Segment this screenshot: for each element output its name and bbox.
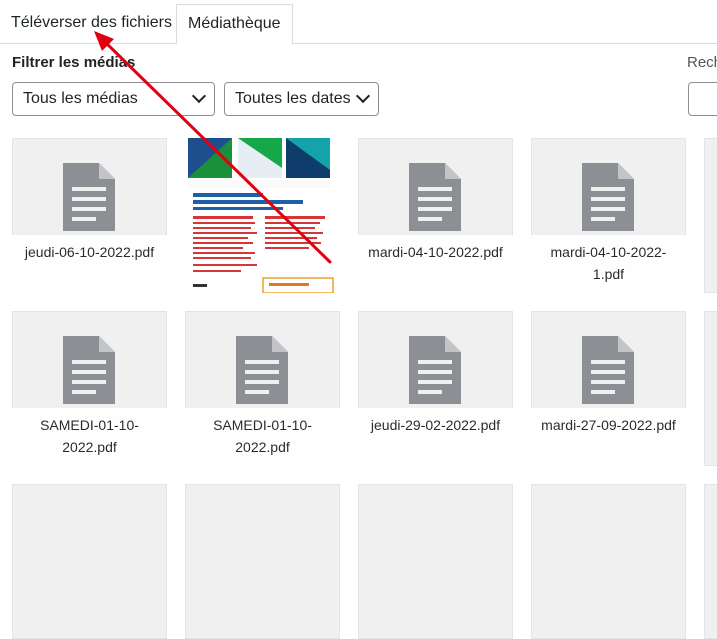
attachment-tile[interactable] — [185, 138, 340, 293]
attachment-tile[interactable] — [12, 484, 167, 639]
attachment-filename: SAMEDI-01-10-2022.pdf — [185, 408, 340, 466]
date-value: Toutes les dates — [235, 90, 351, 107]
attachment-tile[interactable] — [704, 138, 717, 293]
attachment-filename: mardi-27-09-2022.pdf — [531, 408, 686, 466]
attachment-tile[interactable]: jeudi-06-10-2022.pdf — [12, 138, 167, 293]
search-label: Rech — [687, 54, 717, 71]
attachment-tile[interactable] — [531, 484, 686, 639]
attachment-tile[interactable]: mardi-04-10-2022-1.pdf — [531, 138, 686, 293]
attachment-filename: mardi-04-10-2022-1.pdf — [531, 235, 686, 293]
filter-label: Filtrer les médias — [12, 54, 136, 71]
chevron-down-icon — [191, 88, 207, 104]
document-icon — [63, 336, 115, 404]
date-select[interactable]: Toutes les dates — [224, 82, 379, 116]
document-icon — [409, 336, 461, 404]
document-icon — [409, 163, 461, 231]
media-type-value: Tous les médias — [23, 90, 138, 107]
attachment-tile[interactable]: jeudi-29-02-2022.pdf — [358, 311, 513, 466]
attachment-tile[interactable] — [185, 484, 340, 639]
tab-upload-files[interactable]: Téléverser des fichiers — [0, 4, 183, 44]
attachment-tile[interactable]: SAMEDI-01-10-2022.pdf — [12, 311, 167, 466]
tab-media-library[interactable]: Médiathèque — [176, 4, 293, 45]
attachment-tile[interactable]: mardi-04-10-2022.pdf — [358, 138, 513, 293]
attachment-tile[interactable] — [704, 484, 717, 639]
image-thumbnail — [185, 138, 340, 293]
chevron-down-icon — [355, 88, 371, 104]
document-icon — [236, 336, 288, 404]
attachment-tile[interactable]: SAMEDI-01-10-2022.pdf — [185, 311, 340, 466]
attachment-filename: jeudi-06-10-2022.pdf — [12, 235, 167, 293]
document-icon — [582, 163, 634, 231]
media-type-select[interactable]: Tous les médias — [12, 82, 215, 116]
search-input[interactable] — [688, 82, 717, 116]
document-icon — [63, 163, 115, 231]
attachment-filename: SAMEDI-01-10-2022.pdf — [12, 408, 167, 466]
attachment-tile[interactable] — [704, 311, 717, 466]
document-icon — [582, 336, 634, 404]
attachment-filename: jeudi-29-02-2022.pdf — [358, 408, 513, 466]
attachment-filename: mardi-04-10-2022.pdf — [358, 235, 513, 293]
attachment-tile[interactable]: mardi-27-09-2022.pdf — [531, 311, 686, 466]
attachment-tile[interactable] — [358, 484, 513, 639]
media-tabs: Téléverser des fichiers Médiathèque — [0, 0, 717, 45]
